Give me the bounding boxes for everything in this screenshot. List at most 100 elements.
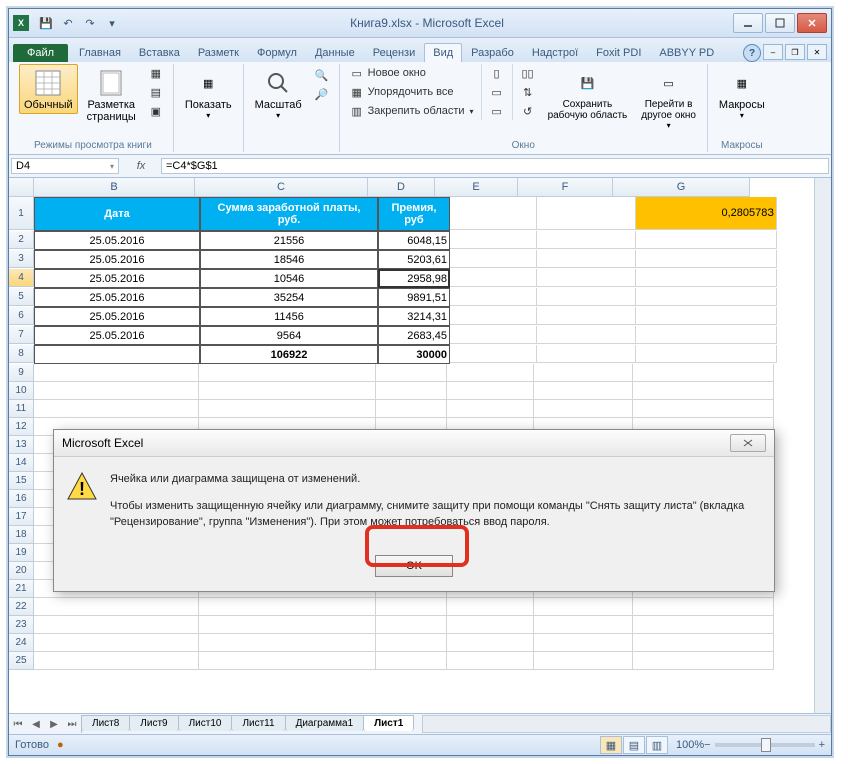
- ribbon-tab[interactable]: Данные: [306, 43, 364, 62]
- row-header[interactable]: 10: [9, 382, 34, 400]
- zoom-in-icon[interactable]: +: [819, 739, 825, 751]
- formula-bar[interactable]: =C4*$G$1: [161, 158, 829, 174]
- page-break-status-icon[interactable]: ▥: [646, 736, 668, 754]
- cell[interactable]: [34, 364, 199, 382]
- page-layout-status-icon[interactable]: ▤: [623, 736, 645, 754]
- row-header[interactable]: 1: [9, 197, 34, 230]
- ribbon-tab[interactable]: Foxit PDI: [587, 43, 650, 62]
- ribbon-tab[interactable]: Вид: [424, 43, 462, 62]
- cell[interactable]: [450, 345, 537, 363]
- column-header[interactable]: E: [435, 178, 518, 197]
- page-break-button[interactable]: ▦: [145, 64, 167, 82]
- row-header[interactable]: 22: [9, 598, 34, 616]
- ribbon-tab[interactable]: Рецензи: [364, 43, 425, 62]
- sheet-nav-next-icon[interactable]: ▶: [45, 715, 63, 733]
- row-header[interactable]: 15: [9, 472, 34, 490]
- row-header[interactable]: 13: [9, 436, 34, 454]
- ribbon-tab[interactable]: Главная: [70, 43, 130, 62]
- cell[interactable]: 25.05.2016: [34, 231, 200, 250]
- cell[interactable]: [447, 364, 534, 382]
- row-header[interactable]: 7: [9, 326, 34, 344]
- redo-icon[interactable]: ↷: [81, 14, 99, 32]
- cell[interactable]: 35254: [200, 288, 378, 307]
- cell[interactable]: [447, 634, 534, 652]
- dialog-close-button[interactable]: [730, 434, 766, 452]
- ribbon-tab[interactable]: Формул: [248, 43, 306, 62]
- mdi-close-button[interactable]: ✕: [807, 44, 827, 60]
- cell[interactable]: 25.05.2016: [34, 288, 200, 307]
- cell[interactable]: [376, 400, 447, 418]
- ribbon-tab[interactable]: Надстрої: [523, 43, 587, 62]
- page-layout-button[interactable]: Разметка страницы: [82, 64, 141, 126]
- file-tab[interactable]: Файл: [13, 44, 68, 62]
- cell[interactable]: [450, 326, 537, 344]
- freeze-button[interactable]: ▥Закрепить области▾: [346, 102, 477, 120]
- cell[interactable]: [636, 231, 777, 249]
- sheet-tab[interactable]: Лист11: [231, 715, 285, 731]
- cell[interactable]: [633, 652, 774, 670]
- cell[interactable]: [537, 269, 636, 287]
- save-icon[interactable]: 💾: [37, 14, 55, 32]
- cell[interactable]: [34, 345, 200, 364]
- cell[interactable]: [199, 400, 376, 418]
- cell[interactable]: [636, 345, 777, 363]
- cell[interactable]: [450, 250, 537, 268]
- cell[interactable]: [376, 616, 447, 634]
- dialog-titlebar[interactable]: Microsoft Excel: [54, 430, 774, 457]
- name-box[interactable]: D4▾: [11, 158, 119, 174]
- cell[interactable]: [537, 288, 636, 306]
- split-button[interactable]: ▯: [486, 64, 508, 82]
- cell[interactable]: [34, 616, 199, 634]
- row-header[interactable]: 19: [9, 544, 34, 562]
- cell[interactable]: [534, 598, 633, 616]
- cell[interactable]: [537, 326, 636, 344]
- cell[interactable]: [447, 598, 534, 616]
- undo-icon[interactable]: ↶: [59, 14, 77, 32]
- row-header[interactable]: 17: [9, 508, 34, 526]
- switch-window-button[interactable]: ▭ Перейти в другое окно▾: [636, 64, 701, 133]
- sheet-tab[interactable]: Лист8: [81, 715, 130, 731]
- cell[interactable]: [534, 364, 633, 382]
- cell[interactable]: [199, 364, 376, 382]
- zoom-out-icon[interactable]: −: [704, 739, 710, 751]
- column-header[interactable]: F: [518, 178, 613, 197]
- cell[interactable]: 25.05.2016: [34, 307, 200, 326]
- cell[interactable]: 30000: [378, 345, 450, 364]
- row-header[interactable]: 24: [9, 634, 34, 652]
- cell[interactable]: [534, 400, 633, 418]
- cell[interactable]: [450, 288, 537, 306]
- hide-button[interactable]: ▭: [486, 83, 508, 101]
- mdi-minimize-button[interactable]: –: [763, 44, 783, 60]
- normal-view-button[interactable]: Обычный: [19, 64, 78, 114]
- cell[interactable]: [633, 364, 774, 382]
- ribbon-tab[interactable]: ABBYY PD: [650, 43, 723, 62]
- sheet-tab[interactable]: Лист10: [178, 715, 233, 731]
- cell[interactable]: 106922: [200, 345, 378, 364]
- cell[interactable]: [34, 400, 199, 418]
- cell[interactable]: 3214,31: [378, 307, 450, 326]
- cell[interactable]: [633, 616, 774, 634]
- header-cell[interactable]: Сумма заработной платы, руб.: [200, 197, 378, 231]
- cell[interactable]: [534, 616, 633, 634]
- cell[interactable]: [534, 634, 633, 652]
- row-header[interactable]: 11: [9, 400, 34, 418]
- close-button[interactable]: [797, 13, 827, 33]
- cell[interactable]: [34, 634, 199, 652]
- cell[interactable]: [447, 616, 534, 634]
- column-header[interactable]: G: [613, 178, 750, 197]
- ok-button[interactable]: OK: [375, 555, 453, 577]
- column-header[interactable]: B: [34, 178, 195, 197]
- cell[interactable]: [199, 382, 376, 400]
- unhide-button[interactable]: ▭: [486, 102, 508, 120]
- column-header[interactable]: C: [195, 178, 368, 197]
- row-header[interactable]: 2: [9, 231, 34, 249]
- save-workspace-button[interactable]: 💾 Сохранить рабочую область: [543, 64, 633, 124]
- cell[interactable]: [636, 307, 777, 325]
- zoom-100-button[interactable]: 🔍: [311, 66, 333, 84]
- sheet-tab[interactable]: Диаграмма1: [285, 715, 365, 731]
- cell[interactable]: 21556: [200, 231, 378, 250]
- cell[interactable]: 0,280578З: [636, 197, 777, 230]
- cell[interactable]: 25.05.2016: [34, 269, 200, 288]
- fullscreen-button[interactable]: ▣: [145, 102, 167, 120]
- cell[interactable]: [376, 598, 447, 616]
